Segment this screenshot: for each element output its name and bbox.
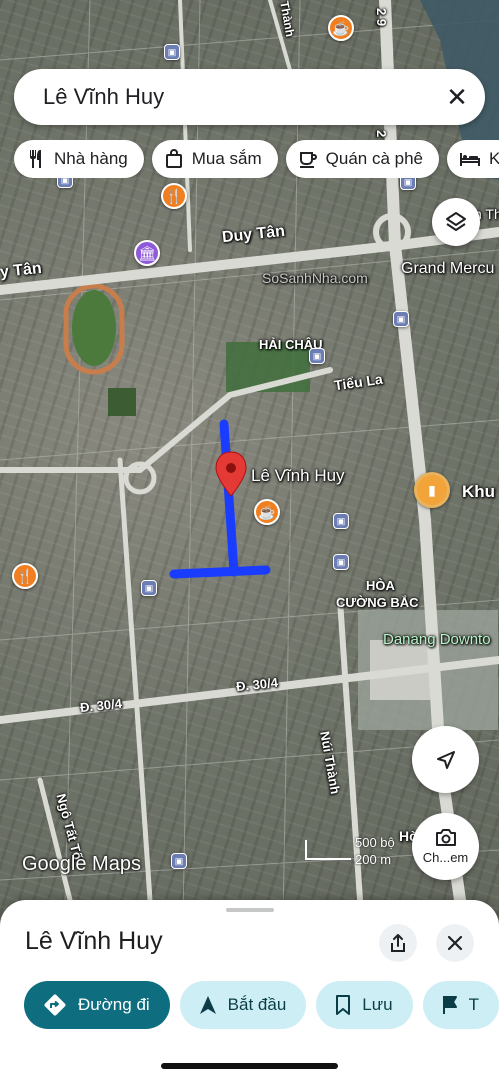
camera-icon [435, 829, 456, 846]
drag-handle[interactable] [226, 908, 274, 912]
street-view-label: Ch...em [422, 850, 469, 865]
label-button[interactable]: T [422, 981, 499, 1029]
action-label: Bắt đầu [227, 995, 287, 1014]
scale-imperial: 500 bộ [355, 835, 395, 850]
bus-stop-icon[interactable]: ▣ [164, 44, 180, 60]
chip-label: K [489, 149, 499, 168]
map-label-cuong-bac: CƯỜNG BẮC [336, 595, 419, 610]
school-poi-icon[interactable]: 🏛 [134, 240, 160, 266]
bus-stop-icon[interactable]: ▣ [171, 853, 187, 869]
place-bottom-sheet[interactable]: Lê Vĩnh Huy Đường đi Bắt đầu Lưu T [0, 900, 499, 1080]
bus-stop-icon[interactable]: ▣ [141, 580, 157, 596]
navigation-arrow-icon [199, 996, 216, 1014]
bookmark-icon [336, 995, 351, 1015]
chip-shopping[interactable]: Mua sắm [151, 140, 278, 178]
cafe-poi-icon-2[interactable]: ☕ [254, 499, 280, 525]
restaurant-poi-icon-2[interactable]: 🍴 [12, 563, 38, 589]
category-chips: Nhà hàng Mua sắm Quán cà phê K [14, 140, 499, 178]
start-button[interactable]: Bắt đầu [179, 981, 307, 1029]
bus-stop-icon[interactable]: ▣ [333, 554, 349, 570]
layers-icon [446, 212, 466, 231]
chip-cafe[interactable]: Quán cà phê [285, 140, 440, 178]
my-location-button[interactable] [412, 726, 479, 793]
chip-label: Quán cà phê [325, 149, 424, 168]
map-label-hoa: HÒA [366, 578, 395, 593]
street-view-button[interactable]: Ch...em [412, 813, 479, 880]
save-button[interactable]: Lưu [316, 981, 413, 1029]
action-label: T [468, 995, 479, 1014]
action-label: Đường đi [78, 995, 150, 1014]
coffee-cup-icon [299, 152, 317, 168]
scale-metric: 200 m [355, 852, 392, 867]
map-label-grand-mercure: Grand Mercu [401, 260, 495, 277]
bed-icon [460, 153, 481, 166]
share-icon [391, 934, 405, 952]
action-buttons: Đường đi Bắt đầu Lưu T [24, 981, 499, 1029]
map-label-2-9-top: 2 9 [374, 8, 389, 27]
directions-icon [44, 994, 66, 1016]
route-line [169, 419, 271, 579]
layers-button[interactable] [432, 198, 480, 246]
place-title: Lê Vĩnh Huy [25, 927, 163, 955]
restaurant-poi-icon[interactable]: 🍴 [161, 183, 187, 209]
restaurant-icon [30, 150, 41, 168]
clear-search-icon[interactable]: ✕ [443, 82, 471, 112]
location-pin-icon [215, 451, 247, 497]
venue-poi-icon[interactable]: ▮ [414, 472, 450, 508]
cafe-poi-icon[interactable]: ☕ [328, 15, 354, 41]
close-icon [447, 935, 463, 951]
close-sheet-button[interactable] [436, 924, 474, 962]
map-label-le-vinh-huy: Lê Vĩnh Huy [251, 466, 345, 485]
search-bar[interactable]: Lê Vĩnh Huy ✕ [14, 69, 485, 125]
search-input[interactable]: Lê Vĩnh Huy [43, 84, 443, 110]
bus-stop-icon[interactable]: ▣ [309, 348, 325, 364]
watermark: SoSanhNha.com [262, 270, 368, 286]
share-button[interactable] [379, 924, 417, 962]
home-indicator[interactable] [161, 1063, 338, 1069]
chip-label: Mua sắm [191, 149, 262, 168]
bus-stop-icon[interactable]: ▣ [393, 311, 409, 327]
navigation-arrow-icon [436, 750, 455, 769]
shopping-bag-icon [165, 149, 182, 168]
map-scale: 500 bộ 200 m [305, 834, 395, 868]
chip-restaurants[interactable]: Nhà hàng [14, 140, 144, 178]
directions-button[interactable]: Đường đi [24, 981, 170, 1029]
bus-stop-icon[interactable]: ▣ [333, 513, 349, 529]
chip-hotels[interactable]: K [447, 140, 499, 178]
map-label-danang-downtown: Danang Downto [383, 631, 491, 648]
flag-icon [442, 996, 457, 1014]
action-label: Lưu [362, 995, 393, 1014]
google-maps-logo: Google Maps [22, 853, 141, 875]
map-label-khu: Khu [462, 482, 496, 501]
chip-label: Nhà hàng [54, 149, 128, 168]
